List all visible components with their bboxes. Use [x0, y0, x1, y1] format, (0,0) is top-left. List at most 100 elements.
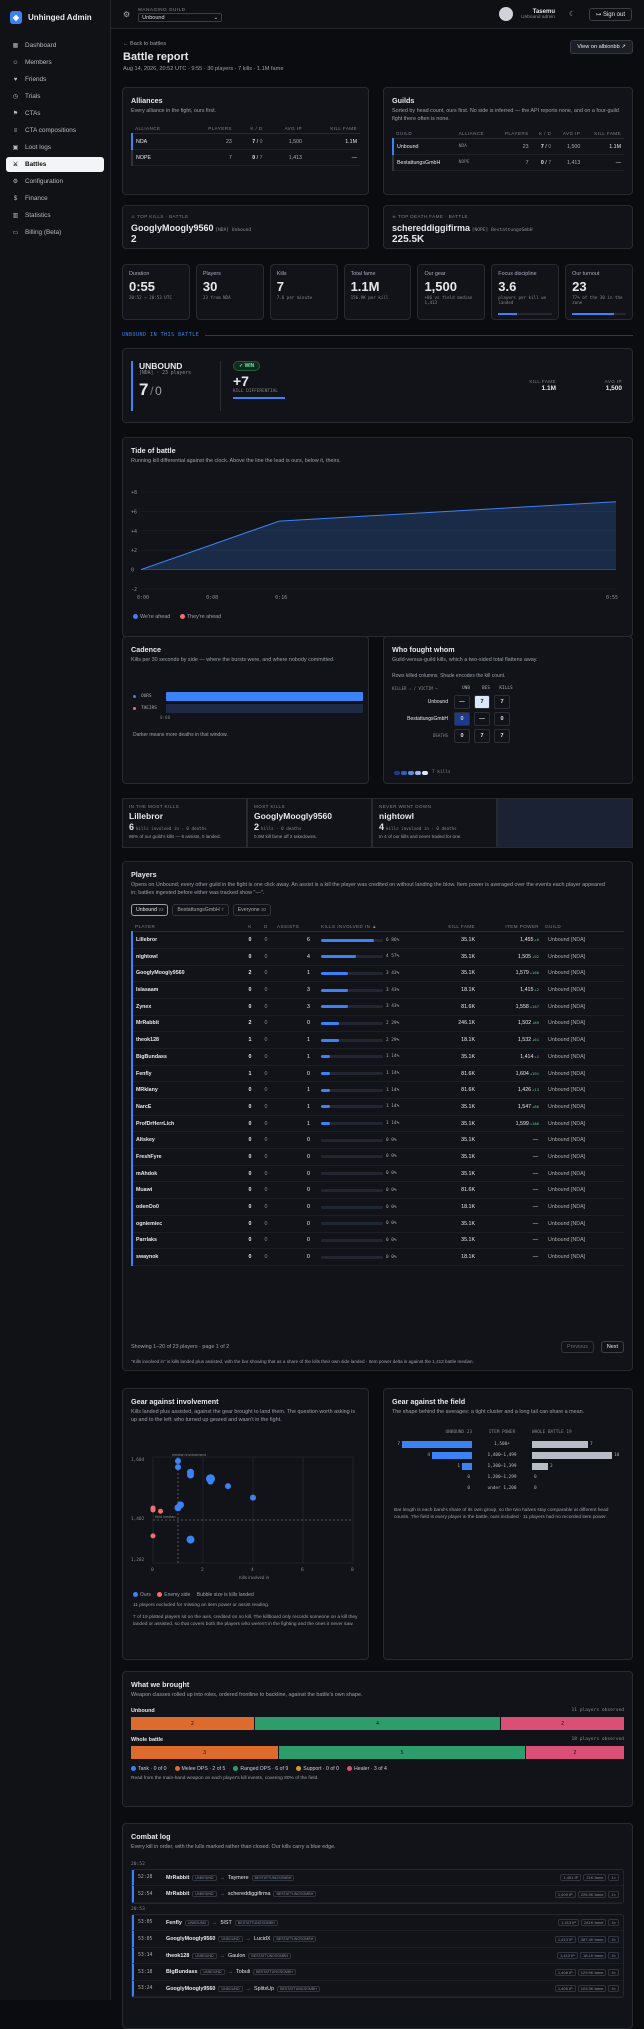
- log-row[interactable]: 53:05 Fenfly UNBOUND → 5IST BESTATTUNGSGMBH 1,…: [132, 1914, 623, 1932]
- table-row[interactable]: Muawi 0 0 0 0 0% 81.6K — Unbound [NDA]: [131, 1181, 624, 1199]
- tab-unbound[interactable]: Unbound 23: [131, 903, 169, 916]
- alliance-row[interactable]: NDA 23 7 / 0 1,500 1.1M: [131, 133, 360, 150]
- guild-row[interactable]: Unbound NDA 23 7 / 0 1,500 1.1M: [392, 138, 624, 155]
- player-name[interactable]: ProfDrHerrLich: [131, 1115, 242, 1132]
- player-name[interactable]: Parrlaks: [131, 1232, 242, 1249]
- player-name[interactable]: Fenfly: [131, 1065, 242, 1082]
- table-row[interactable]: Islasaam 0 0 3 3 43% 18.1K 1,415+2 Unbound [NDA…: [131, 981, 624, 999]
- player-name[interactable]: NarcE: [131, 1098, 242, 1116]
- table-row[interactable]: BigBundass 0 0 1 1 14% 35.1K 1,414+1 Unbound [N…: [131, 1048, 624, 1066]
- player-name[interactable]: swaynok: [131, 1248, 242, 1266]
- role-segment[interactable]: 4: [254, 1717, 501, 1730]
- who-cell[interactable]: 0: [454, 728, 470, 743]
- table-row[interactable]: MrRabbit 2 0 0 2 29% 246.1K 1,502+89 Unbound [N…: [131, 1015, 624, 1032]
- log-row[interactable]: 53:24 GooglyMoogly9560 UNBOUND → SplitxUp BES…: [132, 1980, 623, 1998]
- sidebar-item-battles[interactable]: ⚔ Battles: [6, 157, 104, 172]
- player-name[interactable]: Zynex: [131, 998, 242, 1016]
- table-row[interactable]: Lillebror 0 0 6 6 86% 35.1K 1,455+6 Unbound [ND…: [131, 931, 624, 949]
- highlight-name[interactable]: GooglyMoogly9560: [254, 811, 365, 821]
- guild-select[interactable]: Unbound ⌄: [138, 12, 223, 22]
- highlight-name[interactable]: Lillebror: [129, 811, 240, 821]
- log-killer[interactable]: GooglyMoogly9560: [166, 1936, 215, 1942]
- signout-button[interactable]: ↦ Sign out: [589, 7, 632, 21]
- player-name[interactable]: MRklany: [131, 1081, 242, 1099]
- sidebar-item-cta-compositions[interactable]: ≡ CTA compositions: [6, 123, 104, 138]
- table-row[interactable]: GooglyMoogly9560 2 0 1 3 43% 35.1K 1,579+166 Un…: [131, 965, 624, 982]
- tab-everyone[interactable]: Everyone 30: [232, 903, 271, 916]
- player-name[interactable]: Islasaam: [131, 981, 242, 999]
- log-killer[interactable]: MrRabbit: [166, 1875, 189, 1881]
- player-name[interactable]: mAhdok: [131, 1165, 242, 1182]
- table-row[interactable]: theok128 1 0 1 2 29% 18.1K 1,532+61 Unbound [ND…: [131, 1031, 624, 1049]
- log-killer[interactable]: MrRabbit: [166, 1891, 189, 1897]
- table-row[interactable]: mAhdok 0 0 0 0 0% 35.1K — Unbound [NDA]: [131, 1165, 624, 1182]
- avatar[interactable]: [499, 7, 514, 21]
- sidebar-item-finance[interactable]: $ Finance: [6, 191, 104, 206]
- log-victim[interactable]: Taymere: [228, 1875, 249, 1881]
- player-name[interactable]: Altskey: [131, 1131, 242, 1149]
- table-row[interactable]: ogniemiec 0 0 0 0 0% 35.1K — Unbound [NDA]: [131, 1215, 624, 1233]
- tab-bestattungsgmbh[interactable]: BestattungsGmbH 7: [172, 903, 229, 916]
- log-row[interactable]: 52:54 MrRabbit UNBOUND → schereddiggifirma BE…: [132, 1886, 623, 1903]
- who-cell[interactable]: 7: [494, 694, 510, 709]
- top-fame-name[interactable]: schereddiggifirma: [392, 223, 470, 233]
- sidebar-item-trials[interactable]: ◷ Trials: [6, 89, 104, 104]
- table-row[interactable]: Altskey 0 0 0 0 0% 35.1K — Unbound [NDA]: [131, 1131, 624, 1149]
- sidebar-item-configuration[interactable]: ⚙ Configuration: [6, 174, 104, 189]
- role-segment[interactable]: 2: [525, 1746, 624, 1759]
- table-row[interactable]: MRklany 0 0 1 1 14% 81.6K 1,426+13 Unbound [NDA…: [131, 1081, 624, 1099]
- theme-toggle-icon[interactable]: ☾: [569, 10, 575, 18]
- player-name[interactable]: BigBundass: [131, 1048, 242, 1066]
- sidebar-item-friends[interactable]: ♥ Friends: [6, 72, 104, 87]
- sidebar-item-billing-beta-[interactable]: ▭ Billing (Beta): [6, 225, 104, 240]
- sidebar-item-members[interactable]: ☺ Members: [6, 55, 104, 70]
- albion-link-button[interactable]: View on albionbb ↗: [570, 40, 633, 54]
- log-victim[interactable]: Tobuli: [236, 1969, 250, 1975]
- log-row[interactable]: 53:05 GooglyMoogly9560 UNBOUND → LucidX BESTA…: [132, 1931, 623, 1948]
- who-cell[interactable]: 7: [474, 728, 490, 743]
- sidebar-item-loot-logs[interactable]: ▣ Loot logs: [6, 140, 104, 155]
- role-segment[interactable]: 3: [131, 1746, 279, 1759]
- player-name[interactable]: Muawi: [131, 1181, 242, 1199]
- log-killer[interactable]: Fenfly: [166, 1920, 182, 1926]
- log-row[interactable]: 53:18 BigBundass UNBOUND → Tobuli BESTATTUNGS…: [132, 1964, 623, 1981]
- guild-row[interactable]: BestattungsGmbH NOPE 7 0 / 7 1,413—: [392, 154, 624, 171]
- prev-button[interactable]: Previous: [561, 1341, 594, 1353]
- table-row[interactable]: Parrlaks 0 0 0 0 0% 35.1K — Unbound [NDA]: [131, 1232, 624, 1249]
- role-segment[interactable]: 2: [501, 1717, 624, 1730]
- log-victim[interactable]: 5IST: [220, 1920, 231, 1926]
- player-name[interactable]: theok128: [131, 1031, 242, 1049]
- log-victim[interactable]: LucidX: [254, 1936, 270, 1942]
- player-name[interactable]: nightowl: [131, 948, 242, 966]
- col-header[interactable]: KILLS INVOLVED IN ▲: [318, 921, 418, 933]
- table-row[interactable]: odenOo0 0 0 0 0 0% 18.1K — Unbound [NDA]: [131, 1198, 624, 1216]
- highlight-name[interactable]: nightowl: [379, 811, 490, 821]
- role-segment[interactable]: 2: [131, 1717, 254, 1730]
- who-cell[interactable]: —: [454, 694, 470, 709]
- top-killer-name[interactable]: GooglyMoogly9560: [131, 223, 214, 233]
- who-cell[interactable]: 0: [494, 711, 510, 726]
- table-row[interactable]: ProfDrHerrLich 0 0 1 1 14% 35.1K 1,599+186 Unbo…: [131, 1115, 624, 1132]
- player-name[interactable]: GooglyMoogly9560: [131, 965, 242, 982]
- alliance-row[interactable]: NOPE 7 0 / 7 1,413—: [131, 149, 360, 166]
- log-victim[interactable]: Gaulon: [228, 1953, 245, 1959]
- who-cell[interactable]: 7: [474, 694, 490, 709]
- log-killer[interactable]: theok128: [166, 1953, 189, 1959]
- next-button[interactable]: Next: [600, 1341, 624, 1353]
- log-row[interactable]: 52:28 MrRabbit UNBOUND → Taymere BESTATTUNGSG…: [132, 1869, 623, 1887]
- table-row[interactable]: NarcE 0 0 1 1 14% 35.1K 1,547+86 Unbound [NDA]: [131, 1098, 624, 1116]
- who-cell[interactable]: 0: [454, 711, 470, 726]
- table-row[interactable]: nightowl 0 0 4 4 57% 35.1K 1,505+92 Unbound [ND…: [131, 948, 624, 966]
- log-victim[interactable]: schereddiggifirma: [228, 1891, 271, 1897]
- log-row[interactable]: 53:14 theok128 UNBOUND → Gaulon BESTATTUNGSGM…: [132, 1947, 623, 1965]
- log-victim[interactable]: SplitxUp: [254, 1986, 274, 1992]
- back-link[interactable]: ← Back to battles: [123, 41, 166, 47]
- who-cell[interactable]: 7: [494, 728, 510, 743]
- table-row[interactable]: swaynok 0 0 0 0 0% 18.1K — Unbound [NDA]: [131, 1248, 624, 1266]
- table-row[interactable]: Fenfly 1 0 0 1 14% 81.6K 1,604+191 Unbound [NDA…: [131, 1065, 624, 1082]
- player-name[interactable]: ogniemiec: [131, 1215, 242, 1233]
- role-segment[interactable]: 5: [279, 1746, 525, 1759]
- log-killer[interactable]: BigBundass: [166, 1969, 197, 1975]
- player-name[interactable]: odenOo0: [131, 1198, 242, 1216]
- sidebar-item-dashboard[interactable]: ▦ Dashboard: [6, 38, 104, 53]
